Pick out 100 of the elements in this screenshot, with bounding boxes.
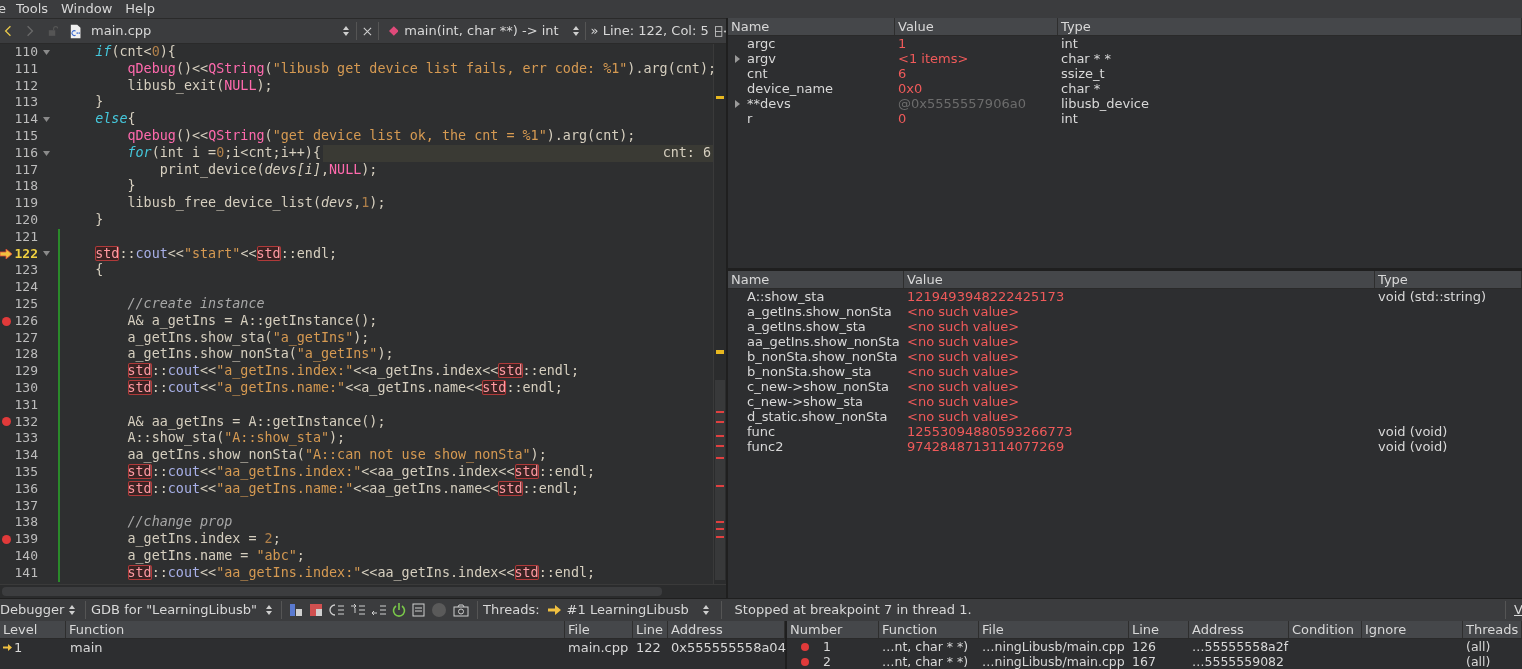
column-header[interactable]: Line [633,621,668,638]
column-header[interactable]: Address [1189,621,1289,638]
column-header[interactable]: Address [668,621,785,638]
code-line: aa_getIns.show_nonSta("A::can not use show_nonSta"); [126,447,547,464]
column-header[interactable]: Function [66,621,565,638]
variable-type: char * [1060,81,1101,96]
restart-icon[interactable] [392,603,406,617]
line-number: 120 [13,211,38,229]
variable-value: 0 [897,111,908,126]
document-icon[interactable] [412,603,425,617]
code-line: libusb_exit(NULL); [126,77,273,95]
code-line: qDebug()<<QString("get device list ok, the cnt = %1").arg(cnt); [126,128,636,145]
fold-icon[interactable] [42,49,50,55]
expression-value: <no such value> [906,379,1021,394]
line-number: 119 [13,195,38,212]
expression-name: A::show_sta [746,289,826,304]
view-button[interactable]: V [1514,600,1522,620]
expression-name: d_static.show_nonSta [746,409,889,424]
line-number: 114 [13,111,38,128]
stack-line: 122 [635,639,662,656]
line-number: 125 [13,295,38,313]
fold-icon[interactable] [42,251,50,257]
expression-value: <no such value> [906,304,1021,319]
variable-type: int [1060,111,1078,126]
step-out-icon[interactable] [371,603,386,617]
column-header[interactable]: Name [728,18,895,35]
variable-value: 0x0 [897,81,924,96]
line-number: 124 [13,279,38,296]
menu-item[interactable]: Tools [16,0,49,18]
expression-type: void (std::string) [1377,289,1486,304]
column-header[interactable]: Line [1129,621,1189,638]
variable-value: 1 [897,36,908,51]
breakpoint-address: …55555558a2f [1191,639,1289,654]
split-icon[interactable] [714,24,727,38]
updown-icon [701,604,710,616]
expression-type: void (void) [1377,424,1448,439]
breakpoint-icon[interactable] [1,417,11,427]
stack-address: 0x555555558a04 [670,639,786,656]
line-number: 140 [13,547,38,565]
vertical-scrollbar[interactable] [713,44,726,584]
code-line: for(int i =0;i<cnt;i++){ [126,144,321,162]
column-header[interactable]: Value [895,18,1058,35]
column-header[interactable]: Condition [1289,621,1362,638]
expand-icon[interactable] [735,99,740,108]
column-header[interactable]: Ignore [1362,621,1463,638]
line-number: 126 [13,312,38,330]
code-line: libusb_free_device_list(devs,1); [126,195,386,212]
line-number: 115 [13,128,38,145]
line-number: 137 [13,497,38,515]
breakpoint-icon[interactable] [801,657,809,666]
stop-icon[interactable] [309,603,323,617]
column-header[interactable]: Type [1375,271,1522,288]
expand-icon[interactable] [735,54,740,63]
column-header[interactable]: Type [1058,18,1522,35]
column-header[interactable]: Level [0,621,66,638]
fold-icon[interactable] [42,150,50,156]
step-into-icon[interactable] [350,603,365,617]
breakpoint-number: 2 [823,654,831,669]
function-selector[interactable]: main(int, char **) -> int [404,21,572,41]
file-name[interactable]: main.cpp [91,21,245,41]
close-icon[interactable] [362,25,372,37]
fold-icon[interactable] [42,117,50,123]
line-number: 123 [13,262,38,280]
step-over-icon[interactable] [329,603,344,617]
expression-value: <no such value> [906,409,1021,424]
code-line: a_getIns.show_nonSta("a_getIns"); [126,346,394,364]
menu-item[interactable]: Help [125,0,155,18]
column-header[interactable]: File [979,621,1129,638]
column-header[interactable]: Threads [1463,621,1522,638]
mode-selector[interactable]: Debugger [0,600,80,620]
camera-icon[interactable] [453,603,469,617]
breakpoint-icon[interactable] [801,642,809,651]
menu-item[interactable]: Window [61,0,113,18]
variable-name: cnt [747,66,768,81]
continue-icon[interactable] [289,603,303,617]
expression-name: b_nonSta.show_sta [746,364,873,379]
thread-selector[interactable]: #1 LearningLibusb [547,600,714,620]
code-line: //change prop [126,514,233,532]
updown-icon [342,25,351,37]
expression-value: <no such value> [906,364,1021,379]
line-number: 141 [13,564,38,582]
expression-value: <no such value> [906,334,1021,349]
breakpoint-icon[interactable] [1,316,11,326]
column-header[interactable]: File [565,621,633,638]
cursor-position[interactable]: » Line: 122, Col: 5 [590,21,709,41]
line-number: 117 [13,161,38,179]
column-header[interactable]: Name [728,271,904,288]
line-number: 134 [13,447,38,464]
engine-selector[interactable]: GDB for "LearningLibusb" [91,600,277,620]
line-number: 130 [13,379,38,397]
expression-name: b_nonSta.show_nonSta [746,349,899,364]
breakpoint-icon[interactable] [1,535,11,544]
code-line: std::cout<<"aa_getIns.index:"<<aa_getIns.index<<std::endl; [126,463,596,481]
column-header[interactable]: Function [879,621,979,638]
column-header[interactable]: Value [904,271,1375,288]
column-header[interactable]: Number [787,621,879,638]
expression-type: void (void) [1377,439,1448,454]
horizontal-scrollbar[interactable] [0,584,726,598]
code-line: std::cout<<"aa_getIns.index:"<<aa_getIns.index<<std::endl; [126,564,596,582]
updown-icon [68,604,76,616]
